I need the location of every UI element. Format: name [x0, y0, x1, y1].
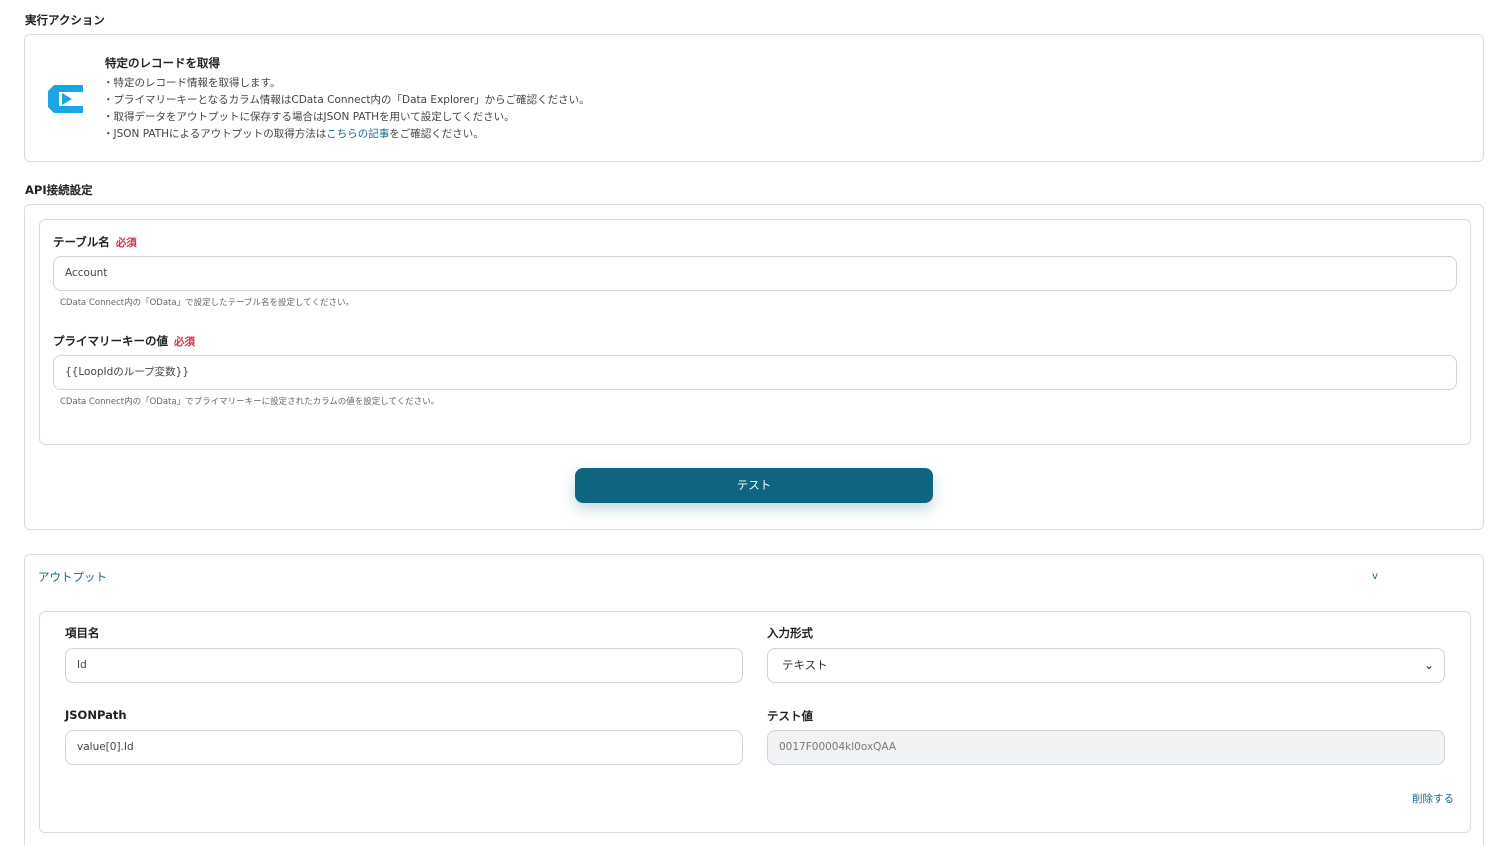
- table-name-input[interactable]: Account: [53, 256, 1457, 291]
- article-link[interactable]: こちらの記事: [326, 128, 389, 140]
- primary-key-help: CData Connect内の「OData」でプライマリーキーに設定されたカラム…: [60, 397, 440, 407]
- test-value-field: 0017F00004kl0oxQAA: [767, 730, 1445, 765]
- table-name-label: テーブル名 必須: [53, 234, 137, 250]
- action-section-title: 実行アクション: [25, 13, 105, 27]
- primary-key-label-text: プライマリーキーの値: [53, 334, 168, 348]
- action-card: 特定のレコードを取得 ・特定のレコード情報を取得します。 ・プライマリーキーとな…: [24, 34, 1484, 162]
- action-description-line: ・特定のレコード情報を取得します。: [103, 77, 281, 89]
- item-name-input[interactable]: Id: [65, 648, 743, 683]
- test-button[interactable]: テスト: [575, 468, 933, 503]
- output-item-panel: 項目名 Id 入力形式 テキスト ⌄ JSONPath value[0].Id …: [39, 611, 1471, 833]
- input-format-value: テキスト: [782, 658, 828, 672]
- delete-link[interactable]: 削除する: [1412, 791, 1454, 806]
- test-value-label: テスト値: [767, 709, 813, 723]
- action-description-line: ・JSON PATHによるアウトプットの取得方法はこちらの記事をご確認ください。: [103, 126, 484, 141]
- api-fields-panel: テーブル名 必須 Account CData Connect内の「OData」で設…: [39, 219, 1471, 445]
- chevron-down-icon[interactable]: v: [1372, 571, 1378, 582]
- table-name-label-text: テーブル名: [53, 235, 110, 249]
- item-name-label: 項目名: [65, 626, 100, 640]
- output-card: アウトプット v 項目名 Id 入力形式 テキスト ⌄ JSONPath val…: [24, 554, 1484, 845]
- cdata-logo-icon: [48, 85, 83, 113]
- api-settings-card: テーブル名 必須 Account CData Connect内の「OData」で設…: [24, 204, 1484, 530]
- primary-key-input[interactable]: {{LoopIdのループ変数}}: [53, 355, 1457, 390]
- output-accordion-title[interactable]: アウトプット: [38, 569, 107, 585]
- jsonpath-label: JSONPath: [65, 708, 127, 722]
- description-text: をご確認ください。: [389, 128, 484, 140]
- action-title: 特定のレコードを取得: [105, 56, 220, 70]
- required-badge: 必須: [174, 336, 195, 348]
- input-format-select[interactable]: テキスト ⌄: [767, 648, 1445, 683]
- api-section-title: API接続設定: [25, 183, 93, 197]
- description-text: ・JSON PATHによるアウトプットの取得方法は: [103, 128, 327, 140]
- table-name-help: CData Connect内の「OData」で設定したテーブル名を設定してくださ…: [60, 298, 355, 308]
- action-description-line: ・取得データをアウトプットに保存する場合はJSON PATHを用いて設定してくだ…: [103, 111, 515, 123]
- jsonpath-input[interactable]: value[0].Id: [65, 730, 743, 765]
- required-badge: 必須: [115, 237, 137, 249]
- action-description-line: ・プライマリーキーとなるカラム情報はCData Connect内の「Data E…: [103, 94, 590, 106]
- input-format-label: 入力形式: [767, 626, 813, 640]
- primary-key-label: プライマリーキーの値 必須: [53, 333, 195, 349]
- chevron-down-icon: ⌄: [1423, 658, 1434, 672]
